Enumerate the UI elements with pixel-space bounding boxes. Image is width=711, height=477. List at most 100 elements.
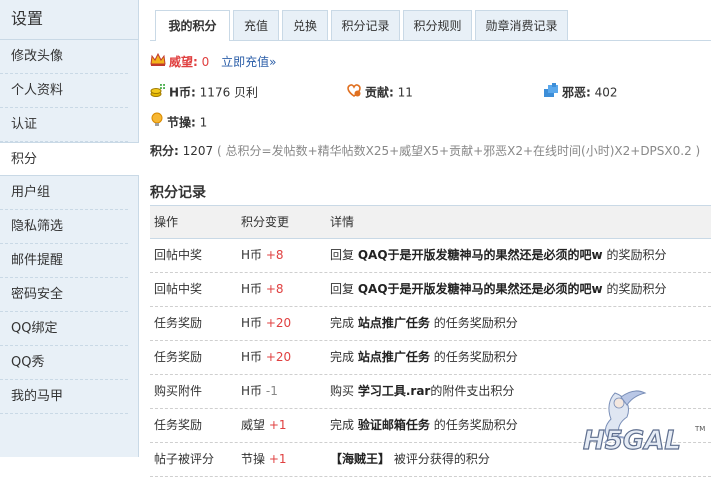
tab-medal-log[interactable]: 勋章消费记录 (475, 10, 568, 40)
total-points-line: 积分: 1207 ( 总积分=发帖数+精华帖数X25+威望X5+贡献+邪恶X2+… (150, 141, 700, 161)
row-amount: -1 (265, 384, 278, 398)
sidebar-title: 设置 (0, 0, 138, 40)
sidebar-item-verify[interactable]: 认证 (0, 108, 128, 142)
row-detail: 完成 验证邮箱任务 的任务奖励积分 (330, 409, 518, 442)
sidebar-item-points[interactable]: 积分 (0, 142, 139, 176)
row-detail-prefix: 购买 (330, 384, 355, 398)
hcoin-line: H币: 1176 贝利 (150, 82, 258, 102)
evil-label: 邪恶: (562, 85, 591, 100)
sidebar-item-privacy[interactable]: 隐私筛选 (0, 210, 128, 244)
row-detail-link[interactable]: 学习工具.rar (358, 384, 431, 398)
row-change: H币 +20 (241, 341, 291, 374)
hcoin-label: H币: (169, 85, 196, 100)
row-action: 任务奖励 (154, 316, 203, 330)
row-detail-prefix: 完成 (330, 418, 355, 432)
lightbulb-icon (150, 112, 164, 134)
row-detail-prefix: 回复 (330, 248, 355, 262)
row-detail: 完成 站点推广任务 的任务奖励积分 (330, 307, 518, 340)
header-action: 操作 (154, 215, 179, 229)
contribution-icon (346, 82, 362, 104)
row-detail-link[interactable]: 站点推广任务 (358, 316, 430, 330)
coins-icon (150, 82, 166, 104)
row-detail-suffix: 的附件支出积分 (430, 384, 515, 398)
sidebar-item-email[interactable]: 邮件提醒 (0, 244, 128, 278)
row-detail-link[interactable]: QAQ于是开版发糖神马的果然还是必须的吧w (358, 282, 603, 296)
sidebar-item-alt-accounts[interactable]: 我的马甲 (0, 380, 128, 414)
row-detail-link[interactable]: 站点推广任务 (358, 350, 430, 364)
sidebar-item-usergroup[interactable]: 用户组 (0, 176, 128, 210)
tab-my-points[interactable]: 我的积分 (155, 10, 230, 41)
sidebar-item-qq-bind[interactable]: QQ绑定 (0, 312, 128, 346)
row-amount: +8 (265, 282, 284, 296)
sidebar-item-qq-show[interactable]: QQ秀 (0, 346, 128, 380)
contribution-value: 11 (397, 85, 413, 100)
row-detail: 完成 站点推广任务 的任务奖励积分 (330, 341, 518, 374)
row-currency: 威望 (241, 418, 266, 432)
integrity-value: 1 (199, 115, 208, 130)
row-change: H币 +8 (241, 273, 284, 306)
logo-tm: TM (694, 425, 705, 433)
row-change: 节操 +1 (241, 443, 287, 476)
row-amount: +1 (268, 418, 287, 432)
table-row: 任务奖励 H币 +20 完成 站点推广任务 的任务奖励积分 (150, 307, 711, 341)
row-amount: +1 (268, 452, 287, 466)
tab-points-rules[interactable]: 积分规则 (403, 10, 472, 40)
row-detail: 购买 学习工具.rar的附件支出积分 (330, 375, 514, 408)
row-detail-link[interactable]: QAQ于是开版发糖神马的果然还是必须的吧w (358, 248, 603, 262)
row-action: 帖子被评分 (154, 452, 215, 466)
row-currency: H币 (241, 282, 263, 296)
prestige-line: 威望: 0 立即充值» (150, 52, 276, 72)
table-row: 回帖中奖 H币 +8 回复 QAQ于是开版发糖神马的果然还是必须的吧w 的奖励积… (150, 273, 711, 307)
row-detail-suffix: 的任务奖励积分 (433, 418, 518, 432)
row-detail-link[interactable]: 验证邮箱任务 (358, 418, 430, 432)
tab-recharge[interactable]: 充值 (233, 10, 279, 40)
integrity-line: 节操: 1 (150, 112, 207, 132)
row-detail: 回复 QAQ于是开版发糖神马的果然还是必须的吧w 的奖励积分 (330, 273, 666, 306)
tab-points-log[interactable]: 积分记录 (331, 10, 400, 40)
points-formula: ( 总积分=发帖数+精华帖数X25+威望X5+贡献+邪恶X2+在线时间(小时)X… (217, 144, 701, 158)
row-detail-suffix: 的任务奖励积分 (433, 316, 518, 330)
header-change: 积分变更 (241, 215, 290, 229)
sidebar-item-avatar[interactable]: 修改头像 (0, 40, 128, 74)
row-currency: H币 (241, 316, 263, 330)
row-detail: 【海贼王】 被评分获得的积分 (330, 443, 490, 476)
sidebar-item-profile[interactable]: 个人资料 (0, 74, 128, 108)
evil-value: 402 (594, 85, 618, 100)
row-change: H币 +20 (241, 307, 291, 340)
row-currency: H币 (241, 350, 263, 364)
recharge-link[interactable]: 立即充值» (221, 55, 276, 69)
row-currency: H币 (241, 384, 263, 398)
tab-bar: 我的积分 充值 兑换 积分记录 积分规则 勋章消费记录 (150, 10, 711, 41)
prestige-label: 威望: (169, 55, 198, 69)
row-change: H币 -1 (241, 375, 278, 408)
evil-line: 邪恶: 402 (543, 82, 618, 102)
contribution-label: 贡献: (365, 85, 394, 100)
row-action: 任务奖励 (154, 350, 203, 364)
sidebar-menu: 修改头像 个人资料 认证 积分 用户组 隐私筛选 邮件提醒 密码安全 QQ绑定 … (0, 40, 139, 414)
row-action: 回帖中奖 (154, 248, 203, 262)
row-action: 回帖中奖 (154, 282, 203, 296)
row-detail-suffix: 的任务奖励积分 (433, 350, 518, 364)
row-currency: 节操 (241, 452, 266, 466)
row-detail-prefix: 完成 (330, 316, 355, 330)
row-detail-suffix: 的奖励积分 (606, 248, 667, 262)
row-detail-link[interactable]: 【海贼王】 (330, 452, 390, 466)
points-label: 积分: (150, 144, 179, 158)
row-detail-prefix: 回复 (330, 282, 355, 296)
h5gal-logo: H5GAL TM (575, 385, 711, 457)
row-amount: +8 (265, 248, 284, 262)
crown-icon (150, 52, 166, 73)
row-detail-suffix: 被评分获得的积分 (393, 452, 490, 466)
tab-exchange[interactable]: 兑换 (282, 10, 328, 40)
row-amount: +20 (265, 316, 292, 330)
sidebar-item-password[interactable]: 密码安全 (0, 278, 128, 312)
row-change: H币 +8 (241, 239, 284, 272)
row-amount: +20 (265, 350, 292, 364)
integrity-label: 节操: (167, 115, 196, 130)
settings-sidebar: 设置 修改头像 个人资料 认证 积分 用户组 隐私筛选 邮件提醒 密码安全 QQ… (0, 0, 139, 457)
row-change: 威望 +1 (241, 409, 287, 442)
row-detail-prefix: 完成 (330, 350, 355, 364)
row-action: 任务奖励 (154, 418, 203, 432)
table-header: 操作 积分变更 详情 (150, 205, 711, 239)
evil-icon (543, 82, 559, 104)
